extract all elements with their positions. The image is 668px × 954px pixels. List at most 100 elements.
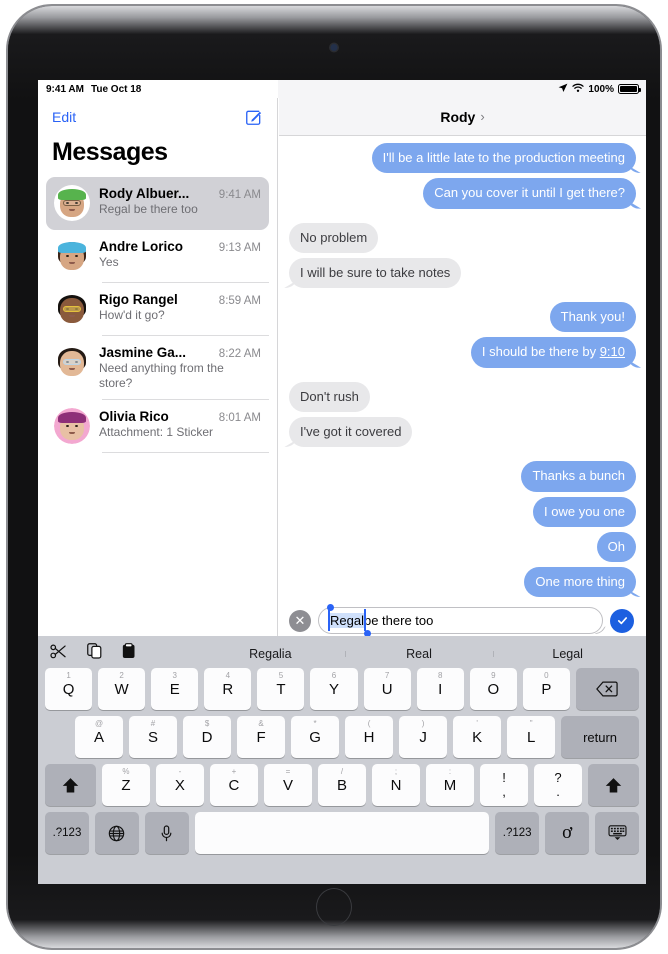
key-p[interactable]: 0P bbox=[522, 668, 570, 710]
key-x[interactable]: -X bbox=[155, 764, 204, 806]
key-punct-0[interactable]: !, bbox=[480, 764, 529, 806]
key-punct-1[interactable]: ?. bbox=[534, 764, 583, 806]
chat-header[interactable]: Rody › bbox=[279, 98, 646, 136]
conversation-header: Jasmine Ga... 8:22 AM bbox=[99, 345, 261, 360]
divider bbox=[102, 452, 269, 453]
conversation-row[interactable]: Andre Lorico 9:13 AM Yes bbox=[46, 230, 269, 283]
detected-time-link[interactable]: 9:10 bbox=[600, 344, 625, 359]
ipad-screen: 9:41 AM Tue Oct 18 100% Edit Messages Ro… bbox=[38, 80, 646, 884]
conversation-row[interactable]: Rigo Rangel 8:59 AM How'd it go? bbox=[46, 283, 269, 336]
key-alt-label: * bbox=[313, 719, 317, 728]
outgoing-message-bubble[interactable]: I should be there by 9:10 bbox=[470, 337, 636, 368]
key-h[interactable]: (H bbox=[345, 716, 394, 758]
key-l[interactable]: " L bbox=[507, 716, 556, 758]
keyboard-row-1: 1Q2W3E4R5T6Y7U8I9O0P bbox=[42, 668, 642, 710]
wifi-icon bbox=[572, 83, 585, 96]
close-icon[interactable]: ✕ bbox=[289, 609, 311, 632]
conversation-list: Rody Albuer... 9:41 AM Regal be there too A… bbox=[38, 177, 277, 453]
key-label: N bbox=[390, 776, 402, 794]
outgoing-message-bubble[interactable]: Thanks a bunch bbox=[521, 461, 636, 492]
message-row: I will be sure to take notes bbox=[289, 257, 636, 289]
key-m[interactable]: :M bbox=[426, 764, 475, 806]
key-alt-label: # bbox=[150, 719, 156, 728]
edit-message-input[interactable]: Regal be there too bbox=[318, 604, 603, 638]
key-label: Z bbox=[121, 776, 131, 794]
key-z[interactable]: % Z bbox=[101, 764, 150, 806]
key-alt-label: + bbox=[231, 767, 237, 776]
conversation-time: 9:41 AM bbox=[218, 189, 261, 201]
edit-rest-text: be there too bbox=[363, 613, 434, 629]
shift-icon-right[interactable] bbox=[588, 764, 639, 806]
conversation-row[interactable]: Olivia Rico 8:01 AM Attachment: 1 Sticker bbox=[46, 400, 269, 453]
key-alt-label: @ bbox=[94, 719, 104, 728]
key-b[interactable]: / B bbox=[317, 764, 366, 806]
paste-icon[interactable] bbox=[122, 643, 136, 664]
edit-button[interactable]: Edit bbox=[52, 109, 76, 125]
key-o[interactable]: 9O bbox=[469, 668, 517, 710]
key-label-bottom: . bbox=[556, 784, 560, 799]
key-v[interactable]: = V bbox=[263, 764, 312, 806]
key-i[interactable]: 8I bbox=[416, 668, 464, 710]
suggestion-0[interactable]: Regalia bbox=[196, 647, 345, 661]
backspace-icon[interactable] bbox=[575, 668, 640, 710]
incoming-message-bubble[interactable]: I've got it covered bbox=[289, 416, 413, 448]
key-e[interactable]: 3E bbox=[151, 668, 199, 710]
key-u[interactable]: 7U bbox=[363, 668, 411, 710]
conversation-row[interactable]: Jasmine Ga... 8:22 AM Need anything from t… bbox=[46, 336, 269, 400]
key-label: R bbox=[222, 680, 234, 698]
space-key[interactable] bbox=[194, 812, 490, 854]
handwriting-icon[interactable]: ơ bbox=[545, 812, 590, 854]
message-row: Thanks a bunch bbox=[289, 461, 636, 492]
home-button[interactable] bbox=[316, 888, 352, 926]
key-k[interactable]: ' K bbox=[453, 716, 502, 758]
key-f[interactable]: & F bbox=[237, 716, 286, 758]
incoming-message-bubble[interactable]: Don't rush bbox=[289, 381, 370, 412]
key-label-top: ! bbox=[502, 770, 506, 786]
conversation-row[interactable]: Rody Albuer... 9:41 AM Regal be there too bbox=[46, 177, 269, 230]
incoming-message-bubble[interactable]: No problem bbox=[289, 222, 379, 253]
numbers-key-right[interactable]: .?123 bbox=[495, 812, 540, 854]
key-r[interactable]: 4R bbox=[204, 668, 252, 710]
suggestion-2[interactable]: Legal bbox=[493, 647, 642, 661]
conversation-header: Rody Albuer... 9:41 AM bbox=[99, 186, 261, 201]
key-g[interactable]: * G bbox=[291, 716, 340, 758]
conversation-preview: Yes bbox=[99, 255, 119, 269]
return-key[interactable]: return bbox=[561, 716, 639, 758]
copy-icon[interactable] bbox=[87, 643, 102, 664]
key-j[interactable]: ) J bbox=[399, 716, 448, 758]
outgoing-message-bubble[interactable]: Can you cover it until I get there? bbox=[423, 178, 636, 209]
ipad-device-frame: 9:41 AM Tue Oct 18 100% Edit Messages Ro… bbox=[6, 4, 662, 950]
compose-icon[interactable] bbox=[244, 108, 263, 127]
key-y[interactable]: 6Y bbox=[310, 668, 358, 710]
outgoing-message-bubble[interactable]: One more thing bbox=[524, 567, 636, 598]
key-w[interactable]: 2W bbox=[98, 668, 146, 710]
key-alt-label: ; bbox=[394, 767, 398, 776]
scissors-icon[interactable] bbox=[50, 644, 67, 664]
outgoing-message-bubble[interactable]: I'll be a little late to the production … bbox=[371, 143, 636, 174]
outgoing-message-bubble[interactable]: Oh bbox=[596, 531, 636, 563]
incoming-message-bubble[interactable]: I will be sure to take notes bbox=[289, 257, 462, 289]
key-q[interactable]: 1Q bbox=[45, 668, 93, 710]
key-label: P bbox=[541, 680, 552, 698]
key-alt-label: 6 bbox=[331, 671, 337, 680]
key-t[interactable]: 5T bbox=[257, 668, 305, 710]
key-n[interactable]: ; N bbox=[371, 764, 420, 806]
outgoing-message-bubble[interactable]: I owe you one bbox=[533, 496, 636, 527]
key-s[interactable]: # S bbox=[129, 716, 178, 758]
microphone-icon[interactable] bbox=[144, 812, 189, 854]
key-label: F bbox=[256, 728, 266, 746]
key-a[interactable]: @ A bbox=[75, 716, 124, 758]
page-title: Messages bbox=[52, 138, 168, 166]
numbers-key-left[interactable]: .?123 bbox=[45, 812, 89, 854]
dismiss-keyboard-icon[interactable] bbox=[595, 812, 639, 854]
key-d[interactable]: $ D bbox=[183, 716, 232, 758]
globe-icon[interactable] bbox=[94, 812, 139, 854]
shift-icon-left[interactable] bbox=[45, 764, 96, 806]
suggestion-1[interactable]: Real bbox=[344, 647, 494, 661]
outgoing-message-bubble[interactable]: Thank you! bbox=[549, 302, 636, 333]
checkmark-icon[interactable] bbox=[610, 608, 634, 633]
selected-text[interactable]: Regal bbox=[328, 609, 366, 632]
key-c[interactable]: + C bbox=[209, 764, 258, 806]
selection-handle-start[interactable] bbox=[326, 604, 334, 612]
message-row: I should be there by 9:10 bbox=[289, 337, 636, 368]
